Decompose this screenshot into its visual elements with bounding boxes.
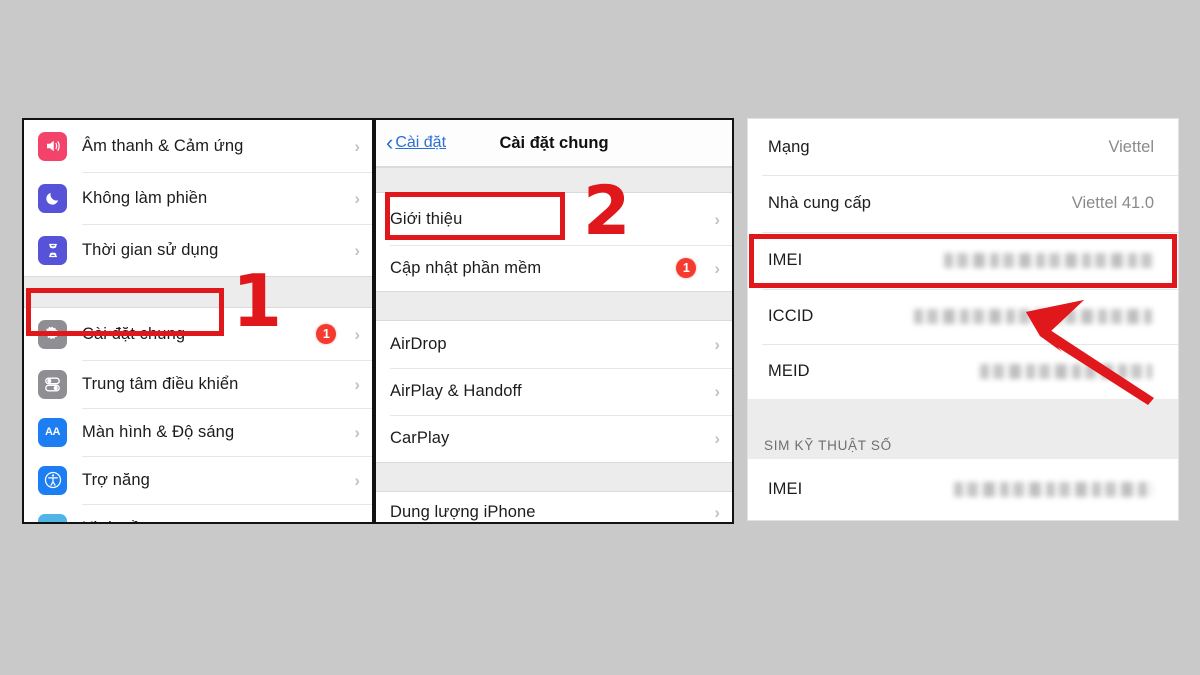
general-settings-panel: ‹ Cài đặt Cài đặt chung Giới thiệu › Cập… — [374, 118, 734, 524]
hourglass-icon — [38, 235, 67, 265]
chevron-right-icon: › — [714, 429, 720, 448]
section-header-esim: SIM KỸ THUẬT SỐ — [748, 399, 1178, 459]
general-row-label: AirDrop — [390, 335, 447, 353]
settings-row-label: Trung tâm điều khiển — [82, 374, 239, 393]
general-row-label: Cập nhật phần mềm — [390, 258, 542, 277]
general-row-label: Giới thiệu — [390, 209, 463, 228]
aa-icon: AA — [38, 417, 67, 447]
imei-value-blurred — [944, 253, 1152, 268]
control-center-icon — [38, 369, 67, 399]
about-row-value: Viettel — [1108, 137, 1154, 156]
iccid-value-blurred — [914, 309, 1152, 324]
settings-row-label: Âm thanh & Cảm ứng — [82, 136, 244, 155]
section-gap — [376, 291, 732, 321]
chevron-right-icon: › — [714, 209, 720, 229]
chevron-right-icon: › — [354, 188, 360, 208]
settings-row-label: Không làm phiền — [82, 188, 208, 207]
about-row-imei[interactable]: IMEI — [748, 232, 1178, 289]
settings-row-sound[interactable]: Âm thanh & Cảm ứng › — [24, 120, 372, 172]
settings-row-wallpaper[interactable]: Hình nền › — [24, 504, 372, 523]
settings-row-do-not-disturb[interactable]: Không làm phiền › — [24, 172, 372, 224]
chevron-right-icon: › — [714, 502, 720, 522]
accessibility-icon — [38, 465, 67, 495]
chevron-right-icon: › — [714, 335, 720, 354]
chevron-right-icon: › — [354, 136, 360, 156]
moon-icon — [38, 183, 67, 213]
settings-row-general[interactable]: Cài đặt chung 1 › — [24, 308, 372, 360]
settings-row-label: Thời gian sử dụng — [82, 240, 219, 259]
general-row-about[interactable]: Giới thiệu › — [376, 193, 732, 245]
about-row-label: ICCID — [768, 307, 814, 325]
meid-value-blurred — [980, 364, 1152, 379]
about-row-label: MEID — [768, 362, 810, 380]
section-gap — [376, 167, 732, 193]
section-gap — [376, 462, 732, 492]
general-row-label: Dung lượng iPhone — [390, 502, 536, 521]
chevron-right-icon: › — [354, 422, 360, 442]
notification-badge: 1 — [676, 258, 697, 278]
general-row-label: AirPlay & Handoff — [390, 382, 522, 400]
chevron-right-icon: › — [714, 382, 720, 401]
chevron-right-icon: › — [354, 324, 360, 344]
back-button-label: Cài đặt — [395, 134, 447, 151]
settings-list-panel: Âm thanh & Cảm ứng › Không làm phiền › T… — [22, 118, 374, 524]
about-row-meid[interactable]: MEID — [748, 344, 1178, 399]
back-button[interactable]: ‹ Cài đặt — [386, 132, 446, 154]
settings-row-display-brightness[interactable]: AA Màn hình & Độ sáng › — [24, 408, 372, 456]
general-row-airdrop[interactable]: AirDrop › — [376, 321, 732, 368]
settings-row-label: Màn hình & Độ sáng — [82, 422, 235, 441]
esim-imei-value-blurred — [954, 481, 1152, 497]
gear-icon — [38, 319, 67, 349]
about-row-esim-imei[interactable]: IMEI — [748, 459, 1178, 519]
about-row-iccid[interactable]: ICCID — [748, 289, 1178, 344]
section-gap — [24, 276, 372, 308]
chevron-left-icon: ‹ — [386, 130, 394, 155]
about-row-label: Mạng — [768, 137, 810, 156]
chevron-right-icon: › — [354, 240, 360, 260]
about-row-label: IMEI — [768, 251, 803, 269]
about-row-value: Viettel 41.0 — [1071, 194, 1154, 212]
settings-row-control-center[interactable]: Trung tâm điều khiển › — [24, 360, 372, 408]
general-row-software-update[interactable]: Cập nhật phần mềm 1 › — [376, 245, 732, 291]
settings-row-label: Trợ năng — [82, 470, 150, 489]
about-row-carrier[interactable]: Nhà cung cấp Viettel 41.0 — [748, 175, 1178, 232]
wallpaper-icon — [38, 513, 67, 522]
chevron-right-icon: › — [714, 258, 720, 278]
general-row-label: CarPlay — [390, 429, 450, 447]
chevron-right-icon: › — [354, 374, 360, 394]
nav-bar: ‹ Cài đặt Cài đặt chung — [376, 120, 732, 167]
settings-row-label: Hình nền — [82, 519, 150, 523]
about-panel: Mạng Viettel Nhà cung cấp Viettel 41.0 I… — [747, 118, 1179, 521]
settings-row-screen-time[interactable]: Thời gian sử dụng › — [24, 224, 372, 276]
screenshot-canvas: Âm thanh & Cảm ứng › Không làm phiền › T… — [0, 0, 1200, 675]
chevron-right-icon: › — [354, 470, 360, 490]
about-row-label: Nhà cung cấp — [768, 194, 872, 212]
chevron-right-icon: › — [354, 520, 360, 523]
settings-row-accessibility[interactable]: Trợ năng › — [24, 456, 372, 504]
about-row-label: IMEI — [768, 479, 803, 498]
about-row-network[interactable]: Mạng Viettel — [748, 119, 1178, 175]
speaker-icon — [38, 131, 67, 161]
general-row-iphone-storage[interactable]: Dung lượng iPhone › — [376, 492, 732, 522]
notification-badge: 1 — [316, 324, 337, 344]
settings-row-label: Cài đặt chung — [82, 324, 186, 343]
general-row-carplay[interactable]: CarPlay › — [376, 415, 732, 462]
general-row-airplay-handoff[interactable]: AirPlay & Handoff › — [376, 368, 732, 415]
